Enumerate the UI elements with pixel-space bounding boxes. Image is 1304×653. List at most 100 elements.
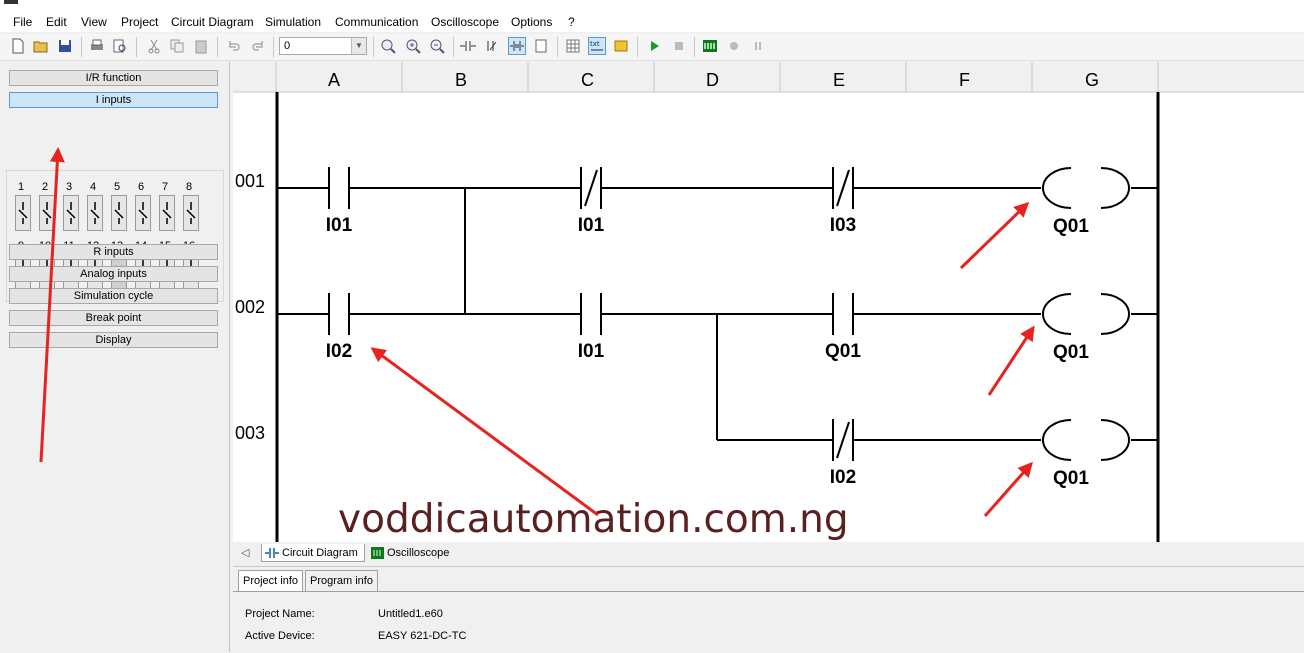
toolbar-separator [453,37,454,57]
redo-icon[interactable] [250,38,266,54]
watermark-text: voddicautomation.com.ng [338,497,849,542]
column-a: A [328,70,341,90]
i-inputs-panel: 12345678910111213X141516 [6,170,224,302]
column-d: D [706,70,719,90]
coil-icon[interactable] [484,38,500,54]
row-number-002: 002 [235,297,266,317]
play-icon[interactable] [646,38,662,54]
stop-icon[interactable] [671,38,687,54]
app-icon [4,0,18,4]
input-toggle-2[interactable] [39,195,55,231]
menu-options[interactable]: Options [511,15,552,29]
column-f: F [959,70,970,90]
grid-icon[interactable] [565,38,581,54]
toolbar-separator [694,37,695,57]
info-panel: Project info Program info Project Name: … [233,566,1304,653]
save-icon[interactable] [57,38,73,54]
zoom-out-icon[interactable] [429,38,445,54]
toolbar-separator [136,37,137,57]
left-panel: I/R function I inputs 12345678910111213X… [0,62,230,652]
label-r2a: I02 [326,341,352,362]
zoom-combo[interactable]: 0 ▼ [279,37,367,55]
column-c: C [581,70,594,90]
tab-program-info[interactable]: Program info [305,570,378,591]
contact-icon[interactable] [460,38,476,54]
circuit-diagram-icon [265,548,279,558]
toolbar-separator [637,37,638,57]
oscilloscope-icon[interactable] [702,38,718,54]
switch-icon [162,202,172,224]
label-r1g: Q01 [1053,216,1089,237]
input-toggle-6[interactable] [135,195,151,231]
active-device-value: EASY 621-DC-TC [378,630,467,642]
toolbar: 0 ▼ txt [0,34,1304,61]
chevron-down-icon[interactable]: ▼ [351,38,366,54]
switch-icon [114,202,124,224]
undo-icon[interactable] [226,38,242,54]
tab-circuit-diagram-label: Circuit Diagram [282,547,358,559]
column-g: G [1085,70,1100,90]
menu-help[interactable]: ? [568,15,575,29]
cut-icon[interactable] [146,38,162,54]
input-toggle-8[interactable] [183,195,199,231]
menu-oscilloscope[interactable]: Oscilloscope [431,15,499,29]
label-r2c: I01 [578,341,605,362]
section-simulation-cycle[interactable]: Simulation cycle [9,288,218,304]
menu-simulation[interactable]: Simulation [265,15,321,29]
input-toggle-3[interactable] [63,195,79,231]
oscilloscope-tab-icon [371,547,384,559]
tab-oscilloscope-label: Oscilloscope [387,547,450,559]
input-toggle-5[interactable] [111,195,127,231]
toolbar-separator [81,37,82,57]
zoom-in-icon[interactable] [405,38,421,54]
input-toggle-7[interactable] [159,195,175,231]
copy-icon[interactable] [169,38,185,54]
coils [1042,167,1130,461]
label-r2e: Q01 [825,341,861,362]
connection-icon[interactable] [508,37,526,55]
print-icon[interactable] [89,38,105,54]
switch-icon [66,202,76,224]
tab-project-info[interactable]: Project info [238,570,304,591]
menu-project[interactable]: Project [121,15,158,29]
menu-file[interactable]: File [13,15,32,29]
menu-view[interactable]: View [81,15,107,29]
toolbar-separator [273,37,274,57]
input-toggle-1[interactable] [15,195,31,231]
menu-circuit-diagram[interactable]: Circuit Diagram [171,15,254,29]
paste-icon[interactable] [193,38,209,54]
zoom-combo-value: 0 [284,40,291,52]
record-icon[interactable] [726,38,742,54]
menu-communication[interactable]: Communication [335,15,418,29]
section-r-inputs[interactable]: R inputs [9,244,218,260]
text-icon[interactable]: txt [588,37,606,55]
input-number-5: 5 [113,181,121,193]
menu-edit[interactable]: Edit [46,15,67,29]
input-number-3: 3 [65,181,73,193]
tab-oscilloscope[interactable]: Oscilloscope [369,544,455,562]
section-i-inputs[interactable]: I inputs [9,92,218,108]
label-r2g: Q01 [1053,342,1089,363]
ladder-diagram: I01 I01 I03 Q01 I02 I01 Q01 Q01 I02 Q01 [233,62,1304,542]
input-toggle-4[interactable] [87,195,103,231]
label-r3e: I02 [830,467,856,488]
color-icon[interactable] [613,38,629,54]
page-icon[interactable] [533,38,549,54]
section-break-point[interactable]: Break point [9,310,218,326]
column-dividers [233,62,1304,93]
pause-icon[interactable] [750,38,766,54]
label-r1a: I01 [326,215,353,236]
rung-wires [277,187,1158,441]
tab-scroll-left-icon[interactable]: ◁ [241,544,249,562]
print-preview-icon[interactable] [112,38,128,54]
section-analog-inputs[interactable]: Analog inputs [9,266,218,282]
zoom-fit-icon[interactable] [380,38,396,54]
switch-icon [18,202,28,224]
tab-circuit-diagram[interactable]: Circuit Diagram [261,544,365,562]
menu-bar: File Edit View Project Circuit Diagram S… [0,10,1304,32]
open-icon[interactable] [33,38,49,54]
circuit-diagram[interactable]: I01 I01 I03 Q01 I02 I01 Q01 Q01 I02 Q01 … [233,62,1304,542]
new-icon[interactable] [10,38,26,54]
section-ir-function[interactable]: I/R function [9,70,218,86]
section-display[interactable]: Display [9,332,218,348]
